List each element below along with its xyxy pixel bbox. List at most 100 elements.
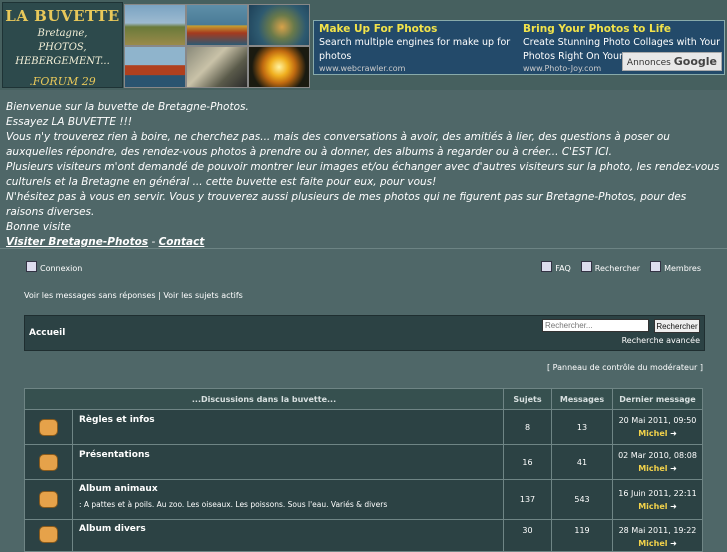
- breadcrumb-home[interactable]: Accueil: [29, 328, 65, 338]
- logo-line: HEBERGEMENT...: [15, 56, 110, 67]
- posts-count: 543: [551, 479, 613, 520]
- search-button[interactable]: Rechercher: [654, 319, 700, 333]
- last-post-author[interactable]: Michel: [638, 539, 667, 548]
- logo-subtitle: Bretagne, PHOTOS, HEBERGEMENT...: [3, 27, 122, 69]
- login-icon: [26, 261, 37, 272]
- forum-info-cell: Règles et infos: [72, 409, 504, 445]
- column-header-topics: Sujets: [503, 388, 552, 410]
- faq-label: FAQ: [555, 264, 571, 273]
- header-photo-village: [186, 46, 248, 88]
- breadcrumb-bar: Accueil Rechercher Recherche avancée: [24, 315, 705, 351]
- last-post-cell: 16 Juin 2011, 22:11 Michel ➜: [612, 479, 703, 520]
- logo-line: Bretagne,: [37, 28, 88, 39]
- column-header-last-post: Dernier message: [612, 388, 703, 410]
- goto-last-post-icon[interactable]: ➜: [670, 500, 677, 513]
- faq-link[interactable]: FAQ: [541, 261, 571, 273]
- welcome-text: Bienvenue sur la buvette de Bretagne-Pho…: [6, 100, 721, 250]
- goto-last-post-icon[interactable]: ➜: [670, 537, 677, 550]
- welcome-line: Vous n'y trouverez rien à boire, ne cher…: [6, 131, 670, 158]
- login-label: Connexion: [40, 264, 83, 273]
- last-post-author[interactable]: Michel: [638, 502, 667, 511]
- visit-site-link[interactable]: Visiter Bretagne-Photos: [6, 236, 148, 248]
- ad-unit[interactable]: Make Up For Photos Search multiple engin…: [319, 21, 519, 74]
- members-label: Membres: [664, 264, 701, 273]
- members-icon: [650, 261, 662, 272]
- top-nav: FAQ Rechercher Membres: [541, 261, 701, 273]
- header-photo-duck: [248, 4, 310, 46]
- moderator-panel-link[interactable]: [ Panneau de contrôle du modérateur ]: [547, 363, 703, 372]
- last-post-date: 20 Mai 2011, 09:50: [618, 416, 697, 425]
- forum-folder-icon: [39, 453, 58, 471]
- forum-info-cell: Album animaux : A pattes et à poils. Au …: [72, 479, 504, 520]
- logo-line: PHOTOS,: [38, 42, 87, 53]
- forum-folder-icon: [39, 526, 58, 543]
- ads-by-google-badge[interactable]: Annonces Google: [621, 52, 722, 71]
- goto-last-post-icon[interactable]: ➜: [670, 462, 677, 475]
- site-logo[interactable]: LA BUVETTE Bretagne, PHOTOS, HEBERGEMENT…: [2, 2, 123, 88]
- topics-count: 8: [503, 409, 552, 445]
- google-ads-box: Make Up For Photos Search multiple engin…: [313, 20, 725, 75]
- posts-count: 119: [551, 519, 613, 552]
- topics-count: 137: [503, 479, 552, 520]
- last-post-date: 02 Mar 2010, 08:08: [618, 451, 697, 460]
- divider: [0, 248, 727, 249]
- forum-status-cell: [24, 444, 73, 480]
- active-topics-link[interactable]: Voir les sujets actifs: [163, 291, 243, 300]
- logo-title: LA BUVETTE: [5, 7, 120, 25]
- logo-forum-label: .FORUM 29: [29, 75, 96, 88]
- table-row: Album divers 30 119 28 Mai 2011, 19:22 M…: [24, 519, 703, 552]
- forum-folder-icon: [39, 491, 58, 508]
- ad-title[interactable]: Bring Your Photos to Life: [523, 22, 723, 36]
- posts-count: 41: [551, 444, 613, 480]
- search-link[interactable]: Rechercher: [580, 261, 641, 273]
- welcome-line: Plusieurs visiteurs m'ont demandé de pou…: [6, 161, 720, 188]
- welcome-line: Bonne visite: [6, 221, 71, 233]
- contact-link[interactable]: Contact: [159, 236, 205, 248]
- search-label: Rechercher: [594, 264, 641, 273]
- forum-name-link[interactable]: Album animaux: [79, 484, 497, 494]
- table-row: Album animaux : A pattes et à poils. Au …: [24, 479, 703, 520]
- forum-description: : A pattes et à poils. Au zoo. Les oisea…: [79, 500, 388, 509]
- ad-url[interactable]: www.webcrawler.com: [319, 64, 519, 74]
- search-icon: [580, 261, 592, 272]
- forum-name-link[interactable]: Règles et infos: [79, 415, 497, 425]
- faq-icon: [541, 261, 553, 272]
- forum-status-cell: [24, 519, 73, 552]
- forum-status-cell: [24, 409, 73, 445]
- last-post-date: 16 Juin 2011, 22:11: [618, 488, 697, 498]
- goto-last-post-icon[interactable]: ➜: [670, 427, 677, 440]
- forum-name-link[interactable]: Album divers: [79, 524, 497, 534]
- login-link[interactable]: Connexion: [26, 261, 82, 273]
- welcome-line: Bienvenue sur la buvette de Bretagne-Pho…: [6, 101, 249, 113]
- forum-status-cell: [24, 479, 73, 520]
- last-post-author[interactable]: Michel: [638, 464, 667, 473]
- last-post-date: 28 Mai 2011, 19:22: [618, 526, 697, 535]
- advanced-search-link[interactable]: Recherche avancée: [622, 336, 700, 345]
- link-separator: -: [151, 236, 156, 248]
- header-photo-sailboat: [124, 46, 186, 88]
- unanswered-posts-link[interactable]: Voir les messages sans réponses: [24, 291, 156, 300]
- table-row: Présentations 16 41 02 Mar 2010, 08:08 M…: [24, 444, 703, 480]
- table-row: Règles et infos 8 13 20 Mai 2011, 09:50 …: [24, 409, 703, 445]
- last-post-cell: 28 Mai 2011, 19:22 Michel ➜: [612, 519, 703, 552]
- ad-title[interactable]: Make Up For Photos: [319, 22, 519, 36]
- header-photo-boat: [186, 4, 248, 46]
- last-post-author[interactable]: Michel: [638, 429, 667, 438]
- header-photo-landscape: [124, 4, 186, 46]
- ads-badge-label: Annonces: [626, 58, 671, 68]
- last-post-cell: 02 Mar 2010, 08:08 Michel ➜: [612, 444, 703, 480]
- forum-name-link[interactable]: Présentations: [79, 450, 497, 460]
- quick-links: Voir les messages sans réponses | Voir l…: [24, 291, 243, 300]
- forum-info-cell: Album divers: [72, 519, 504, 552]
- welcome-line: Essayez LA BUVETTE !!!: [6, 116, 133, 128]
- topics-count: 30: [503, 519, 552, 552]
- last-post-cell: 20 Mai 2011, 09:50 Michel ➜: [612, 409, 703, 445]
- members-link[interactable]: Membres: [650, 261, 701, 273]
- ad-text: Search multiple engines for make up for …: [319, 37, 511, 62]
- forum-info-cell: Présentations: [72, 444, 504, 480]
- column-header-forum: ...Discussions dans la buvette...: [24, 388, 504, 410]
- header-photo-flower: [248, 46, 310, 88]
- forum-folder-icon: [39, 418, 58, 436]
- table-header-row: ...Discussions dans la buvette... Sujets…: [24, 388, 703, 410]
- search-input[interactable]: [542, 319, 649, 332]
